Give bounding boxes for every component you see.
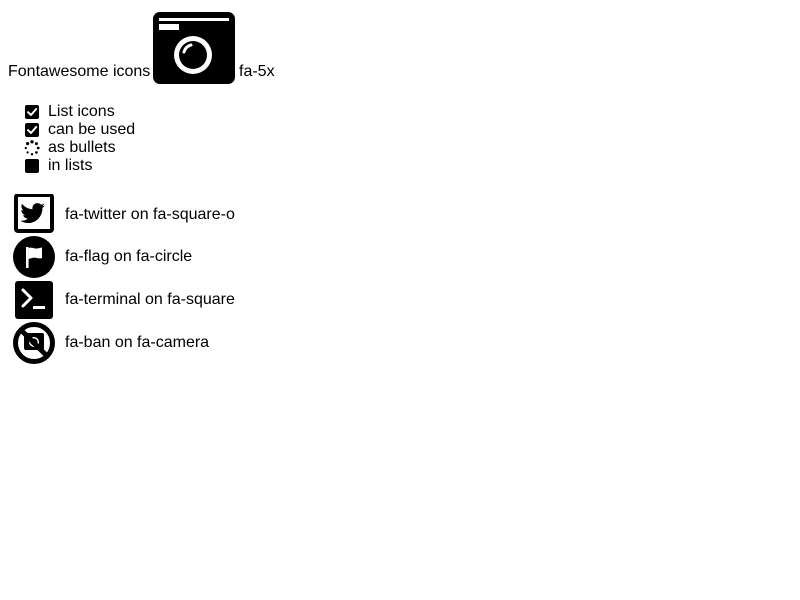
check-square-icon (25, 123, 39, 137)
camera-icon (153, 12, 235, 84)
list-item-label: List icons (48, 103, 115, 120)
check-square-icon (25, 105, 39, 119)
list-item-label: can be used (48, 121, 136, 138)
stack-label: fa-twitter on fa-square-o (65, 206, 235, 223)
terminal-on-square-icon (15, 281, 53, 319)
list-item: can be used (24, 121, 135, 139)
list-item: as bullets (24, 139, 135, 157)
spinner-icon (24, 140, 40, 156)
ban-on-camera-icon (13, 322, 55, 364)
header-lead-text: Fontawesome icons (8, 63, 151, 80)
stack-label: fa-flag on fa-circle (65, 248, 193, 265)
square-icon (25, 159, 39, 173)
list-item: List icons (24, 103, 135, 121)
stack-label: fa-ban on fa-camera (65, 334, 210, 351)
list-item: in lists (24, 157, 135, 175)
header-trail-text: fa-5x (239, 63, 275, 80)
icon-bullet-list: List icons can be used as bullets in lis… (24, 103, 135, 175)
page: Fontawesome icons fa-5x List icons can b… (0, 0, 800, 600)
list-item-label: in lists (48, 157, 93, 174)
flag-on-circle-icon (13, 236, 55, 278)
twitter-on-square-o-icon (14, 194, 54, 233)
list-item-label: as bullets (48, 139, 116, 156)
stack-label: fa-terminal on fa-square (65, 291, 235, 308)
